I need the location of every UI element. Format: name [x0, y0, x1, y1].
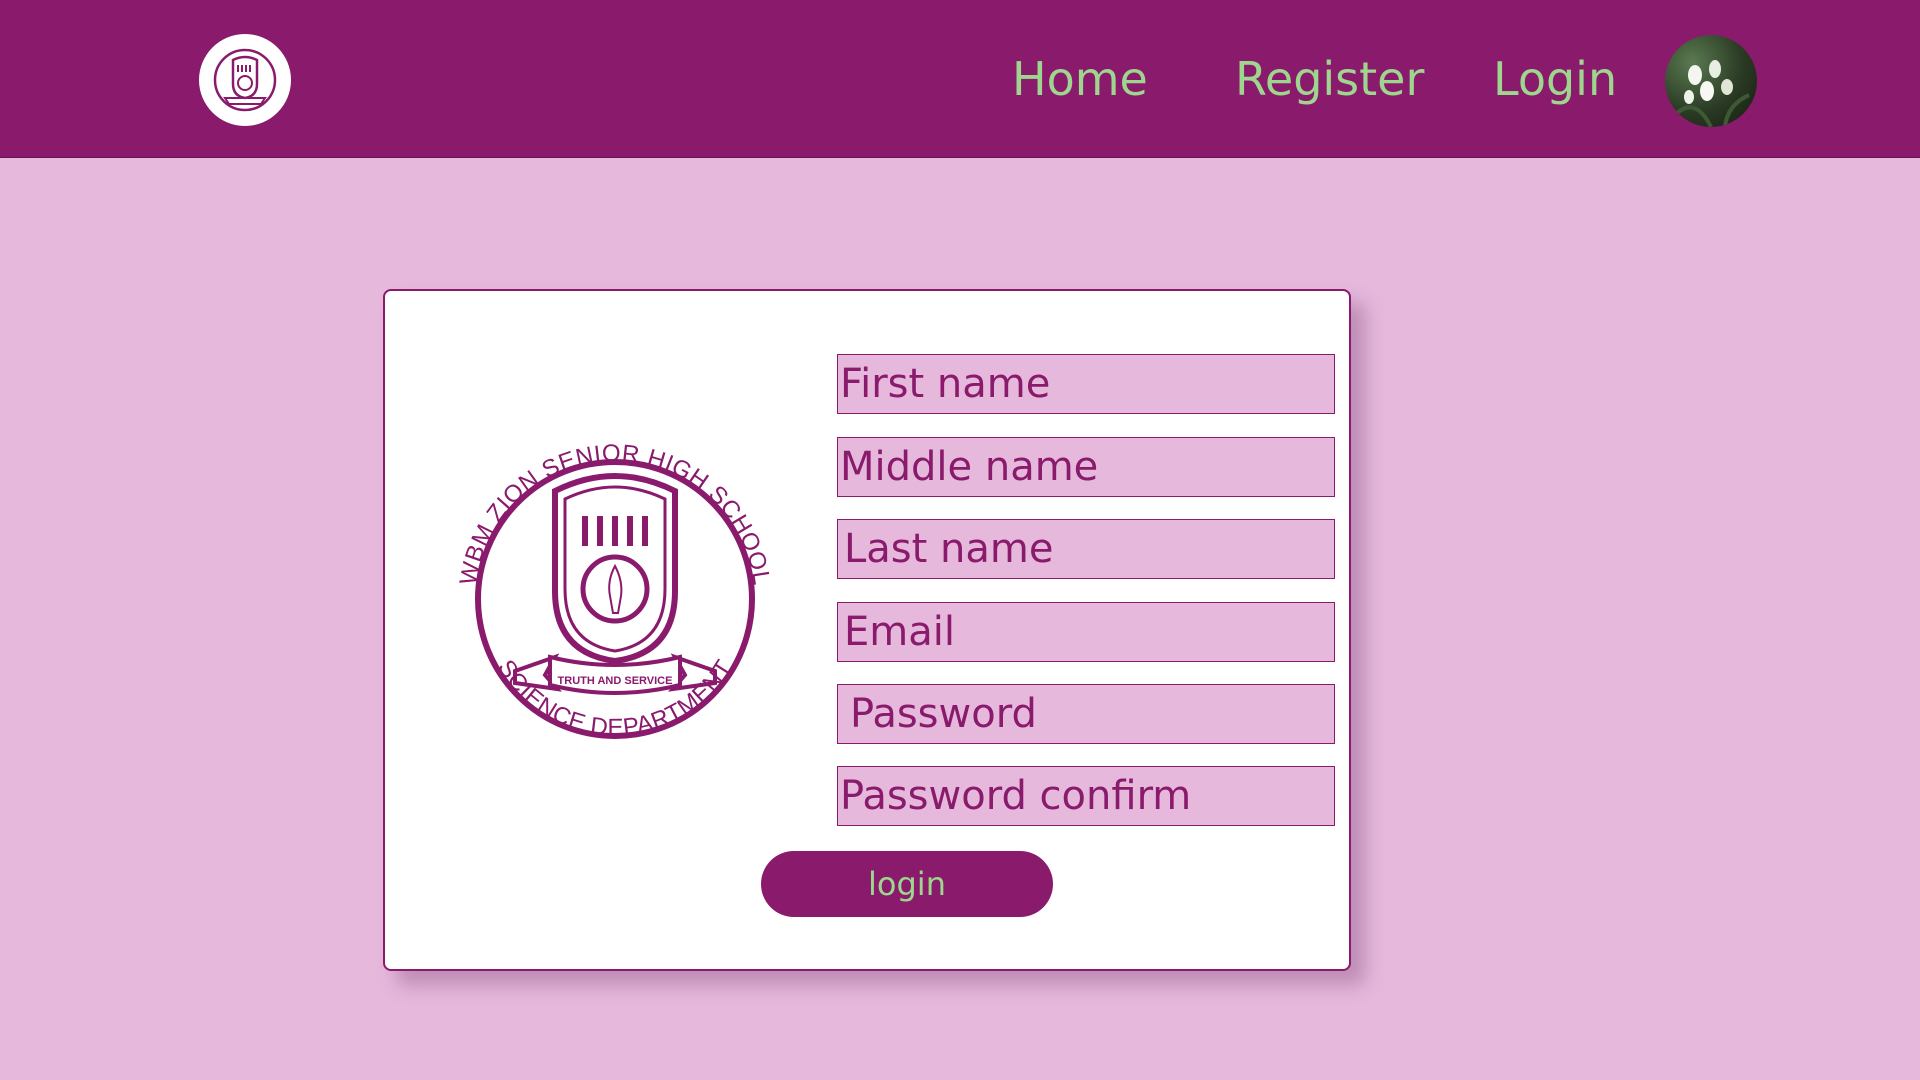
nav-link-home[interactable]: Home — [1012, 52, 1148, 107]
school-logo[interactable] — [199, 34, 291, 126]
first-name-field[interactable] — [837, 354, 1335, 414]
crest-motto: TRUTH AND SERVICE — [558, 675, 673, 687]
last-name-field[interactable] — [837, 519, 1335, 579]
navbar: Home Register Login — [0, 0, 1920, 158]
password-field[interactable] — [837, 684, 1335, 744]
login-button[interactable]: login — [761, 851, 1053, 917]
nav-link-register[interactable]: Register — [1235, 52, 1424, 107]
email-field[interactable] — [837, 602, 1335, 662]
flower-photo-icon — [1673, 60, 1750, 127]
password-confirm-field[interactable] — [837, 766, 1335, 826]
registration-card: WBM ZION SENIOR HIGH SCHOOL SCIENCE DEPA… — [383, 289, 1351, 971]
middle-name-field[interactable] — [837, 437, 1335, 497]
user-avatar[interactable] — [1665, 35, 1757, 127]
school-crest-logo: WBM ZION SENIOR HIGH SCHOOL SCIENCE DEPA… — [455, 440, 775, 741]
nav-link-login[interactable]: Login — [1493, 52, 1617, 107]
school-crest-icon — [213, 48, 277, 112]
